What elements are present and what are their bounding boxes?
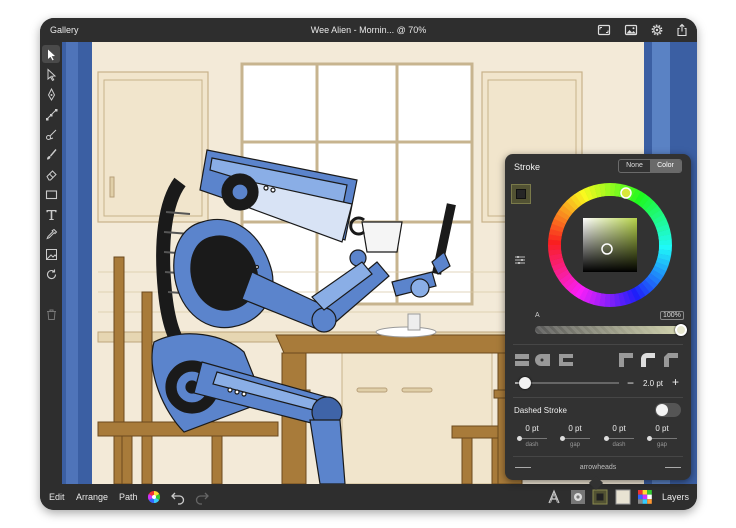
gear-icon[interactable] bbox=[650, 23, 664, 37]
stroke-type-toggle: None Color bbox=[618, 159, 682, 173]
typography-icon[interactable] bbox=[546, 489, 562, 505]
path-menu-button[interactable]: Path bbox=[119, 492, 138, 502]
round-join-icon[interactable] bbox=[640, 352, 656, 368]
stroke-width-thumb[interactable] bbox=[519, 377, 531, 389]
eraser-icon[interactable] bbox=[42, 165, 60, 183]
arrowheads-label: arrowheads bbox=[579, 464, 617, 471]
rotate-icon[interactable] bbox=[42, 265, 60, 283]
dash-field-1[interactable]: 0 pt dash bbox=[514, 424, 550, 448]
dash-slider[interactable] bbox=[604, 436, 634, 441]
dashed-stroke-toggle[interactable] bbox=[655, 403, 681, 417]
decrease-width-button[interactable]: − bbox=[627, 376, 634, 390]
sliders-icon[interactable] bbox=[514, 254, 526, 266]
rectangle-icon[interactable] bbox=[42, 185, 60, 203]
fill-swatch-icon[interactable] bbox=[615, 489, 631, 505]
undo-icon[interactable] bbox=[170, 489, 186, 505]
redo-icon[interactable] bbox=[194, 489, 210, 505]
stroke-panel: Stroke None Color A 100% − 2.0 pt + Dash… bbox=[505, 154, 691, 480]
arrange-menu-button[interactable]: Arrange bbox=[76, 492, 108, 502]
top-bar: Gallery Wee Alien - Mornin... @ 70% bbox=[40, 18, 697, 42]
gap-value: 0 pt bbox=[568, 424, 582, 433]
dash-value: 0 pt bbox=[612, 424, 626, 433]
tool-sidebar bbox=[40, 42, 62, 484]
edit-menu-button[interactable]: Edit bbox=[49, 492, 65, 502]
view-mode-icon[interactable] bbox=[597, 23, 611, 37]
end-arrowhead-button[interactable] bbox=[665, 467, 681, 468]
eyedropper-icon[interactable] bbox=[42, 225, 60, 243]
swatches-icon[interactable] bbox=[637, 489, 653, 505]
dash-label: dash bbox=[612, 442, 626, 448]
round-cap-icon[interactable] bbox=[535, 352, 551, 368]
divider bbox=[513, 344, 683, 345]
gap-slider[interactable] bbox=[647, 436, 677, 441]
node-icon[interactable] bbox=[42, 105, 60, 123]
current-stroke-swatch[interactable] bbox=[511, 184, 531, 204]
square-cap-icon[interactable] bbox=[558, 352, 574, 368]
effects-icon[interactable] bbox=[570, 489, 586, 505]
gap-label: gap bbox=[569, 442, 580, 448]
subselect-arrow-icon[interactable] bbox=[42, 65, 60, 83]
panel-title: Stroke bbox=[514, 162, 541, 172]
image-icon[interactable] bbox=[624, 23, 638, 37]
gap-slider[interactable] bbox=[560, 436, 590, 441]
color-wheel-icon[interactable] bbox=[146, 489, 162, 505]
dashed-stroke-label: Dashed Stroke bbox=[514, 406, 567, 415]
layers-button[interactable]: Layers bbox=[662, 492, 689, 502]
stroke-swatch-icon[interactable] bbox=[592, 489, 608, 505]
dash-field-2[interactable]: 0 pt dash bbox=[601, 424, 637, 448]
miter-join-icon[interactable] bbox=[618, 352, 634, 368]
hue-picker-handle[interactable] bbox=[620, 187, 632, 199]
share-icon[interactable] bbox=[675, 23, 689, 37]
dash-value: 0 pt bbox=[525, 424, 539, 433]
gap-field-2[interactable]: 0 pt gap bbox=[644, 424, 680, 448]
pen-icon[interactable] bbox=[42, 85, 60, 103]
brush-icon[interactable] bbox=[42, 145, 60, 163]
increase-width-button[interactable]: + bbox=[672, 375, 679, 389]
divider bbox=[513, 456, 683, 457]
divider bbox=[513, 397, 683, 398]
toggle-knob bbox=[656, 404, 668, 416]
text-icon[interactable] bbox=[42, 205, 60, 223]
stroke-color-chip bbox=[516, 189, 526, 199]
gap-label: gap bbox=[656, 442, 667, 448]
dash-label: dash bbox=[525, 442, 539, 448]
butt-cap-icon[interactable] bbox=[514, 352, 530, 368]
scissors-icon[interactable] bbox=[42, 125, 60, 143]
select-arrow-icon[interactable] bbox=[42, 45, 60, 63]
bevel-join-icon[interactable] bbox=[663, 352, 679, 368]
alpha-slider-thumb[interactable] bbox=[675, 324, 687, 336]
color-wheel[interactable] bbox=[547, 182, 673, 308]
stroke-width-value[interactable]: 2.0 pt bbox=[643, 379, 663, 388]
color-option[interactable]: Color bbox=[650, 160, 681, 172]
alpha-value[interactable]: 100% bbox=[660, 311, 684, 320]
gap-value: 0 pt bbox=[655, 424, 669, 433]
alpha-slider[interactable] bbox=[535, 326, 683, 334]
none-option[interactable]: None bbox=[619, 160, 650, 172]
image-place-icon[interactable] bbox=[42, 245, 60, 263]
alpha-label: A bbox=[535, 312, 540, 319]
trash-icon[interactable] bbox=[42, 305, 60, 323]
dash-slider[interactable] bbox=[517, 436, 547, 441]
gap-field-1[interactable]: 0 pt gap bbox=[557, 424, 593, 448]
bottom-bar: Edit Arrange Path Layers bbox=[40, 484, 697, 510]
